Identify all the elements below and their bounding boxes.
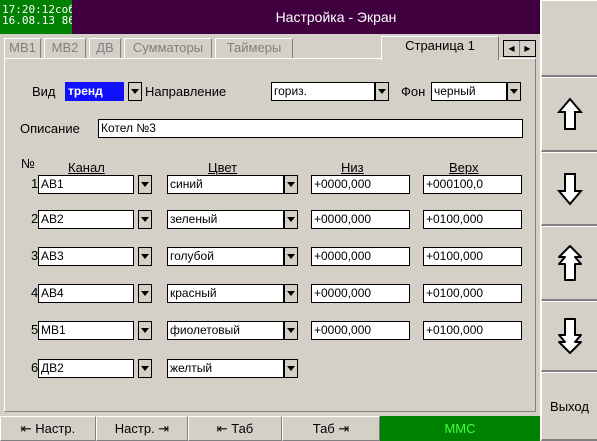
color-dropdown-icon[interactable] (284, 210, 298, 229)
high-value-field[interactable]: +0100,000 (423, 321, 522, 340)
low-value-field[interactable]: +0000,000 (311, 321, 410, 340)
tab-scroll-buttons: ◀ ▶ (503, 40, 536, 57)
high-value-field[interactable]: +0100,000 (423, 247, 522, 266)
tab-timers[interactable]: Таймеры (215, 38, 293, 58)
high-value-field[interactable]: +0100,000 (423, 284, 522, 303)
mmc-status: MMC (380, 416, 540, 441)
channel-dropdown-icon[interactable] (138, 321, 152, 340)
up-button[interactable] (541, 77, 597, 152)
color-dropdown-icon[interactable] (284, 359, 298, 378)
low-value-field[interactable]: +0000,000 (311, 247, 410, 266)
color-dropdown-icon[interactable] (284, 321, 298, 340)
color-select[interactable]: фиолетовый (167, 321, 284, 340)
channel-dropdown-icon[interactable] (138, 359, 152, 378)
column-header-color: Цвет (208, 160, 238, 175)
background-label: Фон (401, 84, 426, 99)
channel-dropdown-icon[interactable] (138, 247, 152, 266)
color-select[interactable]: зеленый (167, 210, 284, 229)
page-up-button[interactable] (541, 226, 597, 301)
channel-select[interactable]: АВ3 (38, 247, 134, 266)
window-title: Настройка - Экран (72, 0, 540, 34)
exit-button-label: Выход (550, 398, 589, 414)
down-button[interactable] (541, 152, 597, 226)
color-dropdown-icon[interactable] (284, 175, 298, 194)
color-select[interactable]: красный (167, 284, 284, 303)
column-header-high: Верх (449, 160, 479, 175)
channel-dropdown-icon[interactable] (138, 210, 152, 229)
arrow-up-icon (556, 97, 583, 131)
tab-mv2[interactable]: МВ2 (44, 38, 86, 58)
low-value-field[interactable]: +0000,000 (311, 284, 410, 303)
channel-select[interactable]: АВ2 (38, 210, 134, 229)
tab-page-1[interactable]: Страница 1 (381, 36, 499, 60)
high-value-field[interactable]: +000100,0 (423, 175, 522, 194)
prev-tab-button[interactable]: ⇤ Таб (188, 416, 282, 441)
high-value-field[interactable]: +0100,000 (423, 210, 522, 229)
direction-label: Направление (145, 84, 227, 99)
status-indicator: 17:20:12собт 16.08.13 86% (0, 0, 81, 34)
channel-select[interactable]: АВ4 (38, 284, 134, 303)
view-label: Вид (32, 84, 56, 99)
tab-scroll-left-icon[interactable]: ◀ (504, 41, 520, 56)
channel-dropdown-icon[interactable] (138, 175, 152, 194)
double-arrow-down-icon (557, 317, 583, 355)
next-settings-button[interactable]: Настр. ⇥ (96, 416, 188, 441)
channel-select[interactable]: АВ1 (38, 175, 134, 194)
arrow-down-icon (556, 172, 583, 206)
tab-dv[interactable]: ДВ (89, 38, 121, 58)
double-arrow-up-icon (557, 244, 583, 282)
color-select[interactable]: желтый (167, 359, 284, 378)
blank-button[interactable] (541, 0, 597, 77)
channel-select[interactable]: МВ1 (38, 321, 134, 340)
description-field[interactable]: Котел №3 (98, 119, 523, 138)
low-value-field[interactable]: +0000,000 (311, 175, 410, 194)
bottom-bar: ⇤ Настр. Настр. ⇥ ⇤ Таб Таб ⇥ MMC (0, 416, 540, 441)
tab-scroll-right-icon[interactable]: ▶ (520, 41, 535, 56)
tab-mv1[interactable]: МВ1 (4, 38, 41, 58)
background-dropdown-icon[interactable] (507, 82, 521, 101)
background-select[interactable]: черный (431, 82, 507, 101)
right-button-column: Выход (540, 0, 597, 441)
settings-panel: Вид тренд Направление гориз. Фон черный … (4, 58, 536, 412)
view-dropdown-icon[interactable] (128, 82, 142, 101)
column-header-channel: Канал (68, 160, 105, 175)
tab-bar: МВ1 МВ2 ДВ Сумматоры Таймеры Страница 1 … (0, 34, 540, 60)
color-dropdown-icon[interactable] (284, 247, 298, 266)
channel-dropdown-icon[interactable] (138, 284, 152, 303)
column-header-number: № (21, 156, 35, 171)
column-header-low: Низ (341, 160, 364, 175)
color-select[interactable]: синий (167, 175, 284, 194)
direction-select[interactable]: гориз. (271, 82, 375, 101)
description-label: Описание (20, 121, 80, 136)
status-date: 16.08.13 (2, 14, 55, 27)
color-select[interactable]: голубой (167, 247, 284, 266)
next-tab-button[interactable]: Таб ⇥ (282, 416, 380, 441)
tab-summators[interactable]: Сумматоры (124, 38, 212, 58)
low-value-field[interactable]: +0000,000 (311, 210, 410, 229)
channel-select[interactable]: ДВ2 (38, 359, 134, 378)
color-dropdown-icon[interactable] (284, 284, 298, 303)
prev-settings-button[interactable]: ⇤ Настр. (0, 416, 96, 441)
direction-dropdown-icon[interactable] (375, 82, 389, 101)
page-down-button[interactable] (541, 301, 597, 372)
exit-button[interactable]: Выход (541, 372, 597, 441)
view-select[interactable]: тренд (65, 82, 124, 101)
